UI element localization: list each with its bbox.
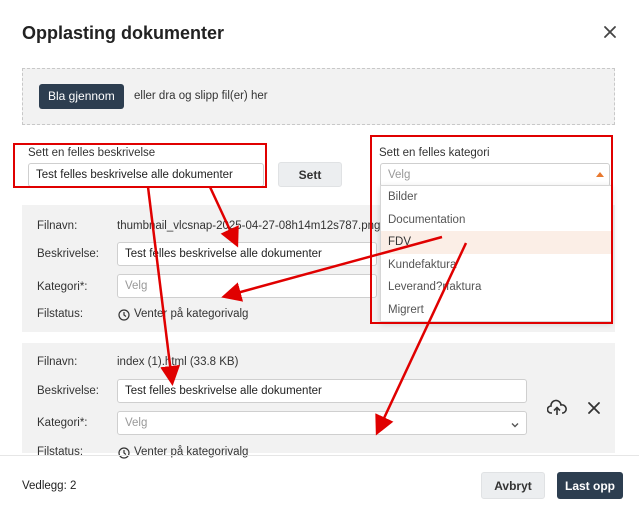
attachments-count: Vedlegg: 2 [22,480,77,492]
remove-icon[interactable] [587,401,601,420]
dropzone-hint: eller dra og slipp fil(er) her [134,90,268,102]
status-value: Venter på kategorivalg [134,446,249,458]
common-category-select[interactable]: Velg [380,163,610,187]
filename-label: Filnavn: [37,220,78,232]
upload-button[interactable]: Last opp [557,472,623,499]
status-label: Filstatus: [37,446,84,458]
common-description-input[interactable]: Test felles beskrivelse alle dokumenter [28,163,264,187]
filename-label: Filnavn: [37,356,78,368]
category-dropdown-list: Bilder Documentation FDV Kundefaktura Le… [380,185,612,322]
dropdown-option[interactable]: Migrert [381,299,611,322]
category-select[interactable]: Velg [117,274,377,298]
filename-value: index (1).html (33.8 KB) [117,356,239,368]
category-label: Kategori*: [37,417,88,429]
filename-value: thumbnail_vlcsnap-2025-04-27-08h14m12s78… [117,220,381,232]
status-value: Venter på kategorivalg [134,308,249,320]
browse-button[interactable]: Bla gjennom [39,84,124,109]
status-label: Filstatus: [37,308,84,320]
description-label: Beskrivelse: [37,385,99,397]
close-icon[interactable] [600,22,620,42]
file-card: Filnavn: index (1).html (33.8 KB) Beskri… [22,343,615,459]
dropdown-option-highlighted[interactable]: FDV [381,231,611,254]
dropdown-option[interactable]: Kundefaktura [381,254,611,277]
description-label: Beskrivelse: [37,248,99,260]
chevron-down-icon [510,417,520,435]
file-dropzone[interactable]: Bla gjennom eller dra og slipp fil(er) h… [22,68,615,125]
dialog-title: Opplasting dokumenter [22,23,225,43]
set-description-button[interactable]: Sett [278,162,342,187]
description-input[interactable]: Test felles beskrivelse alle dokumenter [117,379,527,403]
common-description-label: Sett en felles beskrivelse [28,147,156,159]
clock-icon [118,308,130,326]
upload-dialog: Opplasting dokumenter Bla gjennom eller … [0,0,639,516]
dropdown-option[interactable]: Bilder [381,186,611,209]
category-select[interactable]: Velg [117,411,527,435]
chevron-up-icon [596,172,604,177]
upload-cloud-icon[interactable] [546,399,567,422]
footer-divider [0,455,639,456]
description-input[interactable]: Test felles beskrivelse alle dokumenter [117,242,377,266]
dropdown-option[interactable]: Documentation [381,209,611,232]
cancel-button[interactable]: Avbryt [481,472,545,499]
common-category-label: Sett en felles kategori [379,147,490,159]
category-label: Kategori*: [37,281,88,293]
dropdown-option[interactable]: Leverand?rfaktura [381,276,611,299]
